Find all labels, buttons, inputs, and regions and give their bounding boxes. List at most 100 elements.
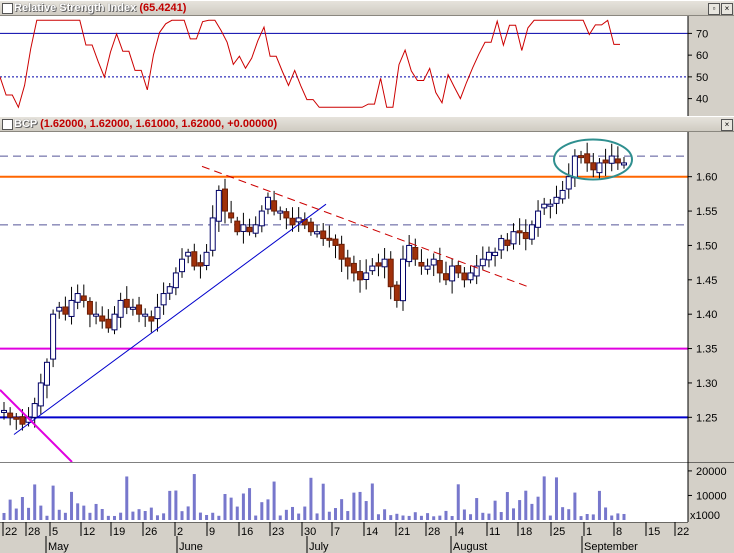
candle-body bbox=[357, 271, 364, 281]
candle-body bbox=[117, 299, 124, 318]
candle-body bbox=[455, 265, 462, 274]
candle-body bbox=[203, 251, 210, 266]
candle-body bbox=[393, 284, 400, 301]
volume-bar bbox=[106, 515, 110, 520]
x-month-label: August bbox=[453, 541, 487, 553]
volume-bar bbox=[192, 474, 196, 520]
candle-body bbox=[277, 210, 284, 214]
candle-body bbox=[400, 258, 407, 302]
candle-body bbox=[7, 412, 14, 418]
volume-bar bbox=[518, 500, 522, 520]
rsi-checkbox-icon[interactable] bbox=[2, 3, 13, 14]
candle-body bbox=[590, 162, 597, 171]
candle-body bbox=[37, 382, 44, 407]
price-close-icon[interactable]: × bbox=[721, 119, 733, 131]
volume-bar bbox=[616, 513, 620, 520]
volume-bar bbox=[622, 513, 626, 520]
candle-body bbox=[418, 261, 425, 267]
candle-body bbox=[461, 272, 468, 281]
candle-body bbox=[492, 251, 499, 257]
candle-body bbox=[160, 293, 167, 306]
volume-bar bbox=[426, 513, 430, 520]
volume-bar bbox=[315, 513, 319, 520]
candle-body bbox=[123, 298, 130, 308]
volume-bar bbox=[346, 511, 350, 520]
volume-bar bbox=[352, 492, 356, 520]
x-day-label: 12 bbox=[83, 526, 95, 538]
volume-bar bbox=[70, 491, 74, 520]
x-day-label: 14 bbox=[366, 526, 378, 538]
volume-bar bbox=[223, 493, 227, 520]
candle-body bbox=[221, 188, 228, 212]
rsi-restore-icon[interactable]: ▫ bbox=[708, 3, 720, 15]
price-title: BCP (1.62000, 1.62000, 1.61000, 1.62000,… bbox=[14, 118, 278, 130]
candle-body bbox=[234, 220, 241, 233]
volume-bar bbox=[180, 511, 184, 520]
volume-bar bbox=[567, 509, 571, 520]
volume-bar bbox=[401, 515, 405, 520]
x-day-label: 18 bbox=[520, 526, 532, 538]
volume-bar bbox=[291, 506, 295, 520]
price-tick-label: 1.30 bbox=[696, 378, 717, 390]
price-checkbox-icon[interactable] bbox=[2, 119, 13, 130]
candle-body bbox=[363, 272, 370, 281]
candle-body bbox=[565, 176, 572, 190]
x-axis: 22 28 5 12 19 26 2 9 16 23 30 7 14 21 28 4 11 18 25 1 8 15 22M… bbox=[0, 522, 734, 553]
volume-bar bbox=[530, 503, 534, 520]
candle-body bbox=[528, 224, 535, 240]
volume-bar bbox=[358, 491, 362, 520]
volume-bar bbox=[573, 492, 577, 520]
volume-bar bbox=[137, 509, 141, 520]
rsi-close-icon[interactable]: × bbox=[721, 3, 733, 15]
rsi-tick-label: 70 bbox=[696, 28, 708, 40]
volume-chart: 20000 10000 x1000 bbox=[0, 462, 734, 522]
candle-body bbox=[93, 313, 100, 317]
volume-bar bbox=[432, 516, 436, 520]
candle-body bbox=[350, 262, 357, 274]
candle-body bbox=[485, 251, 492, 261]
volume-bar bbox=[548, 515, 552, 520]
candle-body bbox=[479, 258, 486, 267]
candle-body bbox=[148, 316, 155, 322]
volume-bar bbox=[51, 485, 55, 520]
volume-bar bbox=[39, 505, 43, 520]
candle-body bbox=[86, 300, 93, 315]
candle-body bbox=[307, 221, 314, 233]
volume-bar bbox=[542, 476, 546, 520]
candle-body bbox=[172, 272, 179, 289]
volume-bar bbox=[487, 513, 491, 520]
x-day-label: 30 bbox=[304, 526, 316, 538]
candle-body bbox=[338, 243, 345, 260]
candle-body bbox=[99, 315, 106, 322]
candle-body bbox=[535, 210, 542, 228]
candle-body bbox=[449, 265, 456, 282]
price-tick-label: 1.60 bbox=[696, 172, 717, 184]
volume-bar bbox=[63, 512, 67, 520]
volume-bar bbox=[88, 512, 92, 520]
candle-body bbox=[295, 217, 302, 223]
candle-body bbox=[68, 299, 75, 317]
volume-bar bbox=[205, 514, 209, 520]
candle-body bbox=[344, 257, 351, 267]
volume-bar bbox=[364, 501, 368, 520]
candle-body bbox=[522, 231, 529, 240]
candle-body bbox=[578, 155, 585, 159]
price-plot-area bbox=[0, 132, 688, 462]
volume-bar bbox=[174, 490, 178, 520]
x-day-label: 28 bbox=[28, 526, 40, 538]
x-day-label: 15 bbox=[648, 526, 660, 538]
volume-bar bbox=[57, 509, 61, 520]
volume-bar bbox=[94, 503, 98, 520]
candle-body bbox=[191, 251, 198, 267]
candle-body bbox=[80, 295, 87, 301]
volume-bar bbox=[229, 497, 233, 520]
candle-body bbox=[13, 416, 20, 420]
rsi-title: Relative Strength Index (65.4241) bbox=[14, 2, 187, 14]
candle-body bbox=[56, 306, 63, 312]
candle-body bbox=[320, 230, 327, 240]
x-day-label: 21 bbox=[398, 526, 410, 538]
candle-body bbox=[179, 258, 186, 273]
candle-body bbox=[185, 251, 192, 257]
volume-bar bbox=[450, 516, 454, 520]
candle-body bbox=[111, 313, 118, 331]
